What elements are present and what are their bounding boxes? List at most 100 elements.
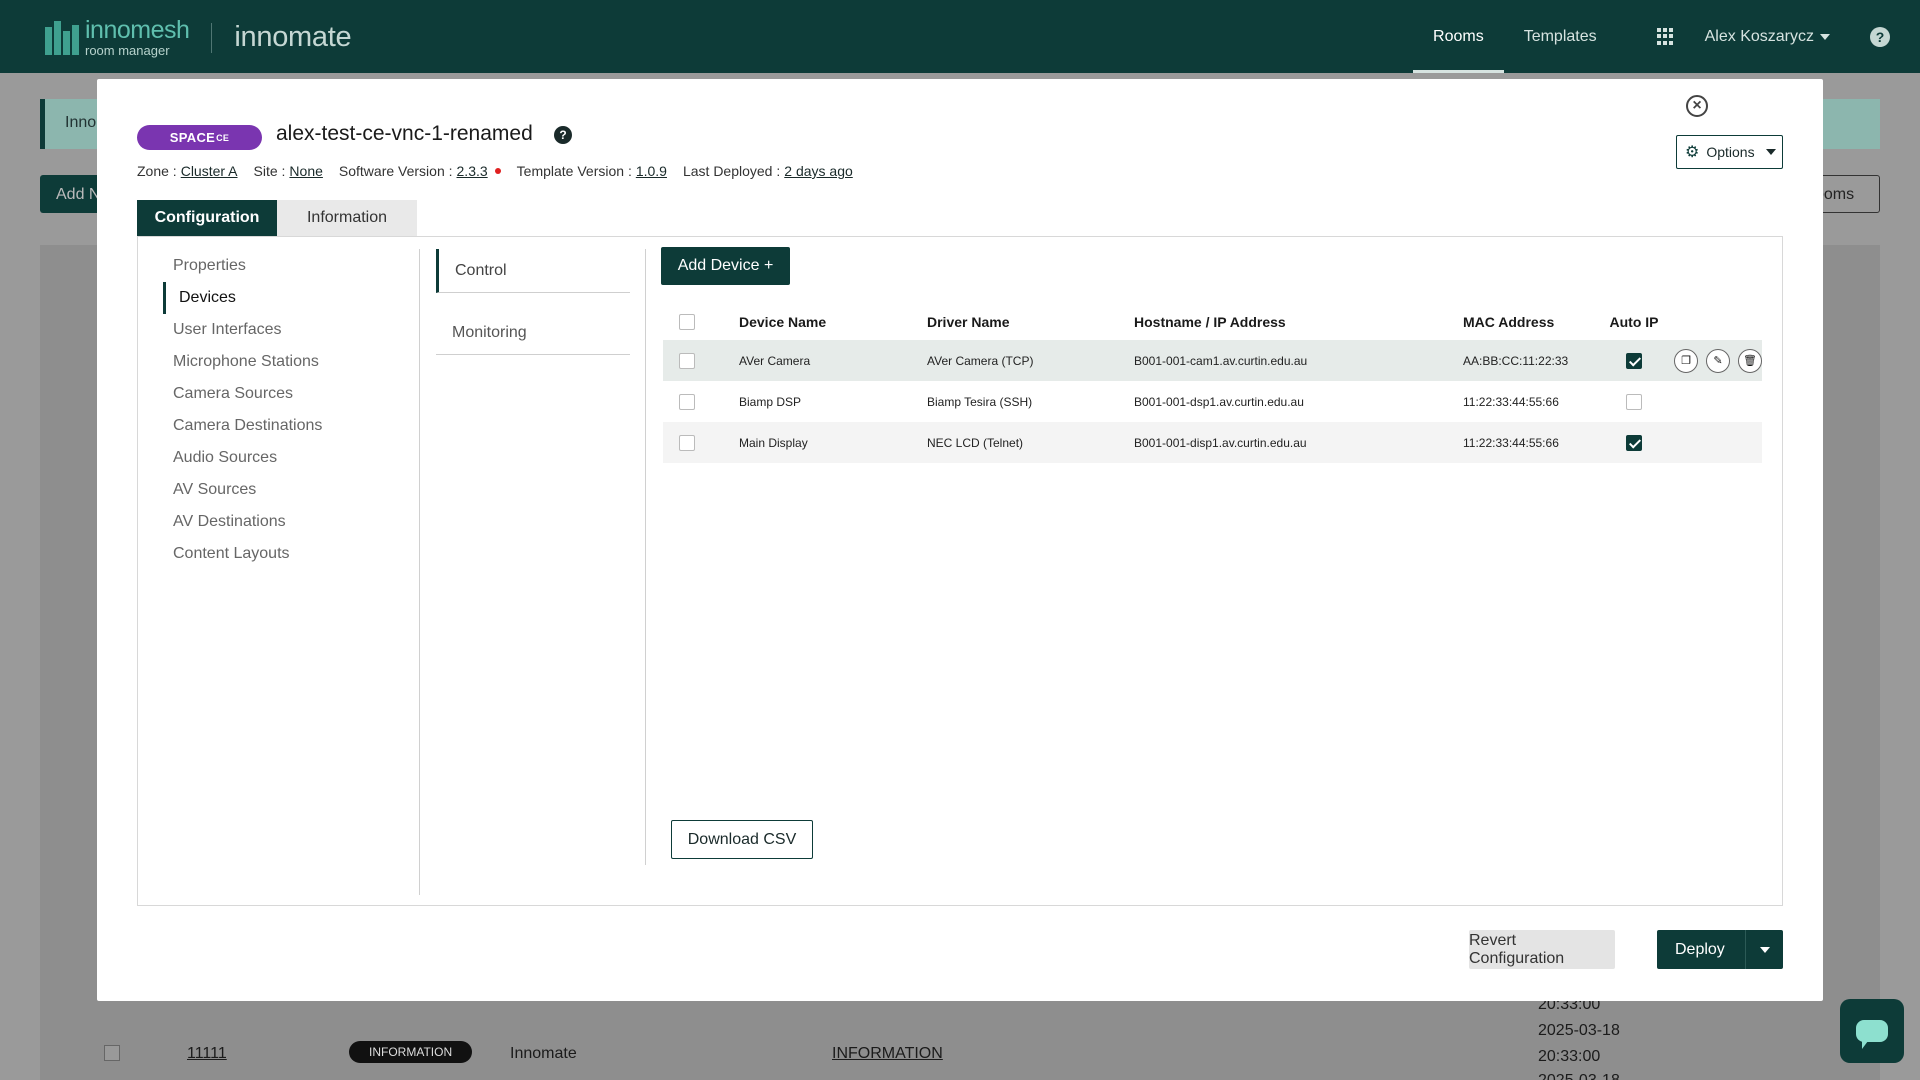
space-badge-label: SPACE	[169, 130, 216, 145]
deploy-button[interactable]: Deploy	[1657, 930, 1783, 969]
sidebar-item-devices[interactable]: Devices	[163, 282, 419, 314]
devices-table: Device Name Driver Name Hostname / IP Ad…	[663, 304, 1762, 463]
auto-ip-checkbox[interactable]	[1626, 393, 1642, 410]
hostname: B001-001-disp1.av.curtin.edu.au	[1134, 435, 1307, 450]
subnav-control[interactable]: Control	[436, 249, 630, 293]
template-label: Template Version :	[516, 163, 632, 179]
sidebar-divider	[419, 249, 420, 895]
innomesh-logo-mark	[45, 20, 79, 55]
hostname: B001-001-dsp1.av.curtin.edu.au	[1134, 394, 1304, 409]
apps-grid-icon[interactable]	[1656, 27, 1675, 46]
options-button[interactable]: ⚙ Options	[1676, 135, 1783, 169]
sidebar-item-audio-sources[interactable]: Audio Sources	[163, 442, 419, 474]
subnav-divider	[645, 249, 646, 865]
chat-button[interactable]	[1840, 999, 1904, 1063]
user-menu[interactable]: Alex Koszarycz	[1705, 28, 1830, 46]
chevron-down-icon	[1820, 33, 1830, 40]
sidebar-item-av-sources[interactable]: AV Sources	[163, 474, 419, 506]
download-csv-button[interactable]: Download CSV	[671, 820, 813, 859]
close-icon[interactable]: ×	[1686, 95, 1708, 117]
chevron-down-icon	[1765, 149, 1776, 155]
background-row-org: Innomate	[510, 1045, 577, 1062]
options-label: Options	[1706, 144, 1755, 160]
deploy-dropdown-toggle[interactable]	[1745, 930, 1783, 969]
room-meta: Zone : Cluster A Site : None Software Vers…	[137, 163, 853, 179]
edit-icon[interactable]: ✎	[1706, 348, 1730, 373]
revert-configuration-button[interactable]: Revert Configuration	[1469, 930, 1615, 969]
space-badge-sup: CE	[216, 132, 230, 143]
row-checkbox[interactable]	[679, 434, 695, 451]
sidebar-item-user-interfaces[interactable]: User Interfaces	[163, 314, 419, 346]
deployed-label: Last Deployed :	[682, 163, 781, 179]
devices-subnav: Control Monitoring	[436, 249, 630, 355]
zone-link[interactable]: Cluster A	[181, 163, 238, 179]
sidebar-item-camera-destinations[interactable]: Camera Destinations	[163, 410, 419, 442]
column-header-mac-address: MAC Address	[1463, 314, 1555, 330]
sidebar-item-properties[interactable]: Properties	[163, 250, 419, 282]
innomesh-logo[interactable]: innomesh room manager innomate	[45, 16, 352, 58]
row-checkbox[interactable]	[679, 352, 695, 369]
zone-meta: Zone : Cluster A	[137, 163, 238, 179]
brand-subtitle: room manager	[85, 43, 170, 58]
background-time: 20:33:00	[1538, 1048, 1601, 1065]
space-badge: SPACE CE	[137, 125, 262, 150]
sidebar-item-microphone-stations[interactable]: Microphone Stations	[163, 346, 419, 378]
background-date: 2025-03-18	[1538, 1072, 1620, 1080]
table-row[interactable]: AVer Camera AVer Camera (TCP) B001-001-c…	[663, 340, 1762, 381]
nav-templates[interactable]: Templates	[1504, 0, 1617, 73]
row-checkbox[interactable]	[679, 393, 695, 410]
device-name: AVer Camera	[739, 353, 811, 368]
table-row[interactable]: Biamp DSP Biamp Tesira (SSH) B001-001-ds…	[663, 381, 1762, 422]
mac-address: AA:BB:CC:11:22:33	[1463, 353, 1569, 368]
driver-name: NEC LCD (Telnet)	[927, 435, 1024, 450]
subnav-monitoring[interactable]: Monitoring	[436, 311, 630, 355]
hostname: B001-001-cam1.av.curtin.edu.au	[1134, 353, 1308, 368]
brand-name: innomesh	[85, 16, 190, 44]
config-sidebar: Properties Devices User Interfaces Micro…	[163, 250, 419, 570]
auto-ip-checkbox[interactable]	[1626, 352, 1642, 369]
select-all-checkbox[interactable]	[679, 314, 695, 330]
template-version-link[interactable]: 1.0.9	[636, 163, 667, 179]
background-date: 2025-03-18	[1538, 1022, 1620, 1039]
copy-icon[interactable]: ❐	[1674, 348, 1698, 373]
column-header-device-name: Device Name	[739, 314, 827, 330]
sidebar-item-camera-sources[interactable]: Camera Sources	[163, 378, 419, 410]
product-name: innomate	[234, 21, 352, 53]
main-nav: Rooms Templates Alex Koszarycz ?	[1413, 0, 1920, 73]
help-icon[interactable]: ?	[554, 126, 572, 144]
delete-icon[interactable]: 🗑	[1738, 348, 1762, 373]
mac-address: 11:22:33:44:55:66	[1463, 435, 1559, 450]
driver-name: Biamp Tesira (SSH)	[927, 394, 1033, 409]
add-device-button[interactable]: Add Device +	[661, 247, 790, 285]
device-name: Main Display	[739, 435, 808, 450]
background-table-row: 11111 INFORMATION Innomate INFORMATION	[0, 1033, 1920, 1080]
user-name: Alex Koszarycz	[1704, 27, 1814, 45]
column-header-hostname: Hostname / IP Address	[1134, 314, 1286, 330]
table-row[interactable]: Main Display NEC LCD (Telnet) B001-001-d…	[663, 422, 1762, 463]
software-label: Software Version :	[338, 163, 453, 179]
tab-configuration[interactable]: Configuration	[137, 200, 277, 236]
sidebar-item-av-destinations[interactable]: AV Destinations	[163, 506, 419, 538]
auto-ip-checkbox[interactable]	[1626, 434, 1642, 451]
last-deployed-link[interactable]: 2 days ago	[784, 163, 853, 179]
gear-icon: ⚙	[1685, 144, 1700, 161]
background-row-badge: INFORMATION	[349, 1041, 473, 1063]
chevron-down-icon	[1759, 946, 1770, 953]
device-name: Biamp DSP	[739, 394, 802, 409]
chat-bubble-icon	[1856, 1020, 1888, 1049]
table-header: Device Name Driver Name Hostname / IP Ad…	[663, 304, 1762, 340]
help-icon[interactable]: ?	[1870, 26, 1890, 47]
modal-tabs: Configuration Information	[137, 200, 417, 236]
software-version-link[interactable]: 2.3.3	[457, 163, 488, 179]
template-meta: Template Version :1.0.9	[517, 163, 667, 179]
driver-name: AVer Camera (TCP)	[927, 353, 1034, 368]
mac-address: 11:22:33:44:55:66	[1463, 394, 1559, 409]
deployed-meta: Last Deployed :2 days ago	[683, 163, 853, 179]
sidebar-item-content-layouts[interactable]: Content Layouts	[163, 538, 419, 570]
site-link[interactable]: None	[289, 163, 322, 179]
column-header-auto-ip: Auto IP	[1609, 314, 1659, 330]
background-row-id: 11111	[187, 1045, 227, 1062]
nav-rooms[interactable]: Rooms	[1413, 0, 1504, 73]
tab-information[interactable]: Information	[277, 200, 417, 236]
background-row-checkbox	[104, 1045, 120, 1061]
